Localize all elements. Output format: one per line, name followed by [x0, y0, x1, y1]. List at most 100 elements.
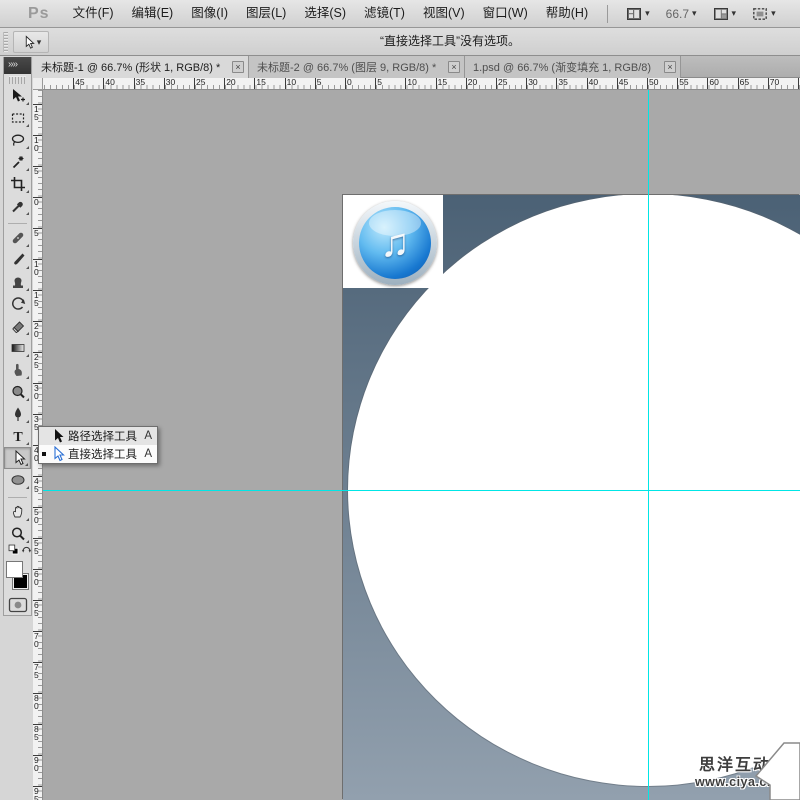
dodge-tool-icon	[10, 384, 26, 400]
ruler-label: 20	[34, 323, 40, 338]
path-selection-arrow-icon	[49, 428, 65, 444]
ruler-label: 45	[619, 78, 628, 87]
ruler-label: 10	[407, 78, 416, 87]
ruler-label: 5	[34, 230, 40, 238]
tool-flyout-menu: 路径选择工具A直接选择工具A	[38, 426, 158, 464]
lasso-tool[interactable]	[4, 129, 31, 151]
menubar-separator	[607, 5, 608, 23]
ruler-label: 25	[498, 78, 507, 87]
launch-bridge-button[interactable]: ▾	[626, 6, 650, 22]
history-brush-tool[interactable]	[4, 293, 31, 315]
ruler-label: 15	[34, 292, 40, 307]
quick-selection-tool-icon	[10, 154, 26, 170]
flyout-item-0[interactable]: 路径选择工具A	[39, 427, 157, 445]
itunes-music-note-icon: ♫	[353, 201, 437, 285]
photoshop-logo: Ps	[28, 5, 50, 23]
document-tab-2[interactable]: 1.psd @ 66.7% (渐变填充 1, RGB/8)×	[465, 56, 681, 78]
eraser-tool-icon	[10, 318, 26, 334]
menu-item-4[interactable]: 选择(S)	[295, 0, 355, 27]
ruler-major-tick	[254, 78, 255, 89]
ruler-label: 60	[34, 571, 40, 586]
smudge-tool[interactable]	[4, 359, 31, 381]
ruler-major-tick	[496, 78, 497, 89]
tool-options-message: “直接选择工具”没有选项。	[380, 28, 520, 55]
zoom-level-control[interactable]: 66.7 ▾	[666, 7, 697, 21]
gradient-tool[interactable]	[4, 337, 31, 359]
tab-label: 1.psd @ 66.7% (渐变填充 1, RGB/8)	[473, 59, 661, 75]
active-tool-preset[interactable]: ▾	[13, 31, 49, 53]
swap-colors-button[interactable]	[20, 543, 33, 561]
ruler-major-tick	[285, 78, 286, 89]
pen-tool[interactable]	[4, 403, 31, 425]
ruler-label: 40	[105, 78, 114, 87]
ellipse-shape-tool[interactable]	[4, 469, 31, 491]
chevron-down-icon: ▾	[692, 8, 697, 19]
ruler-label: 90	[34, 757, 40, 772]
tab-close-icon[interactable]: ×	[664, 61, 676, 73]
bridge-window-icon	[626, 6, 642, 22]
document-tab-bar: 未标题-1 @ 66.7% (形状 1, RGB/8) *×未标题-2 @ 66…	[33, 56, 800, 78]
ruler-label: 15	[256, 78, 265, 87]
vertical-guide[interactable]	[648, 90, 649, 800]
menu-item-3[interactable]: 图层(L)	[237, 0, 295, 27]
crop-tool[interactable]	[4, 173, 31, 195]
ruler-major-tick	[587, 78, 588, 89]
menu-item-5[interactable]: 滤镜(T)	[355, 0, 414, 27]
eraser-tool[interactable]	[4, 315, 31, 337]
document-tab-0[interactable]: 未标题-1 @ 66.7% (形状 1, RGB/8) *×	[33, 56, 249, 78]
ruler-label: 5	[377, 78, 382, 87]
horizontal-guide[interactable]	[43, 490, 800, 491]
chevron-down-icon: ▾	[732, 8, 737, 19]
screen-mode-button[interactable]: ▾	[752, 6, 776, 22]
ruler-major-tick	[73, 78, 74, 89]
ruler-label: 10	[287, 78, 296, 87]
tab-close-icon[interactable]: ×	[448, 61, 460, 73]
menu-item-7[interactable]: 窗口(W)	[474, 0, 537, 27]
type-tool[interactable]: T	[4, 425, 31, 447]
menu-item-6[interactable]: 视图(V)	[414, 0, 474, 27]
quick-mask-button[interactable]	[4, 595, 31, 615]
hand-tool[interactable]	[4, 501, 31, 523]
brush-tool[interactable]	[4, 249, 31, 271]
document-canvas[interactable]: ♫ 思洋互动 www.ciya.cn	[343, 195, 800, 800]
tools-panel-grip[interactable]	[9, 76, 26, 84]
menu-item-1[interactable]: 编辑(E)	[123, 0, 183, 27]
eyedropper-tool[interactable]	[4, 195, 31, 217]
ruler-origin-corner[interactable]	[33, 78, 43, 90]
ruler-label: 50	[649, 78, 658, 87]
ruler-label: 30	[34, 385, 40, 400]
gradient-tool-icon	[10, 340, 26, 356]
ruler-major-tick	[617, 78, 618, 89]
menu-item-0[interactable]: 文件(F)	[64, 0, 123, 27]
ruler-major-tick	[194, 78, 195, 89]
double-arrow-icon: »»	[8, 59, 17, 70]
ruler-label: 30	[166, 78, 175, 87]
menu-item-2[interactable]: 图像(I)	[182, 0, 237, 27]
screen-mode-icon	[752, 6, 768, 22]
quick-selection-tool[interactable]	[4, 151, 31, 173]
dodge-tool[interactable]	[4, 381, 31, 403]
history-brush-tool-icon	[10, 296, 26, 312]
arrange-documents-button[interactable]: ▾	[713, 6, 737, 22]
clone-stamp-tool[interactable]	[4, 271, 31, 293]
default-colors-button[interactable]	[7, 543, 20, 561]
ruler-label: 10	[34, 261, 40, 276]
options-bar-grip[interactable]	[3, 32, 8, 52]
flyout-item-1[interactable]: 直接选择工具A	[39, 445, 157, 463]
zoom-tool[interactable]	[4, 523, 31, 545]
document-tab-1[interactable]: 未标题-2 @ 66.7% (图层 9, RGB/8) *×	[249, 56, 465, 78]
ruler-label: 25	[34, 354, 40, 369]
corner-numeral-one-graphic	[748, 736, 800, 800]
direct-selection-tool[interactable]	[4, 447, 31, 469]
rectangular-marquee-tool[interactable]	[4, 107, 31, 129]
ruler-major-tick	[677, 78, 678, 89]
collapse-panel-button[interactable]: »»	[4, 57, 31, 74]
foreground-color-swatch[interactable]	[6, 561, 23, 578]
move-tool[interactable]	[4, 85, 31, 107]
spot-healing-brush-tool[interactable]	[4, 227, 31, 249]
menu-item-8[interactable]: 帮助(H)	[537, 0, 597, 27]
horizontal-ruler[interactable]: 4540353025201510505101520253035404550556…	[43, 78, 800, 90]
tab-close-icon[interactable]: ×	[232, 61, 244, 73]
ruler-major-tick	[556, 78, 557, 89]
ruler-label: 15	[34, 106, 40, 121]
